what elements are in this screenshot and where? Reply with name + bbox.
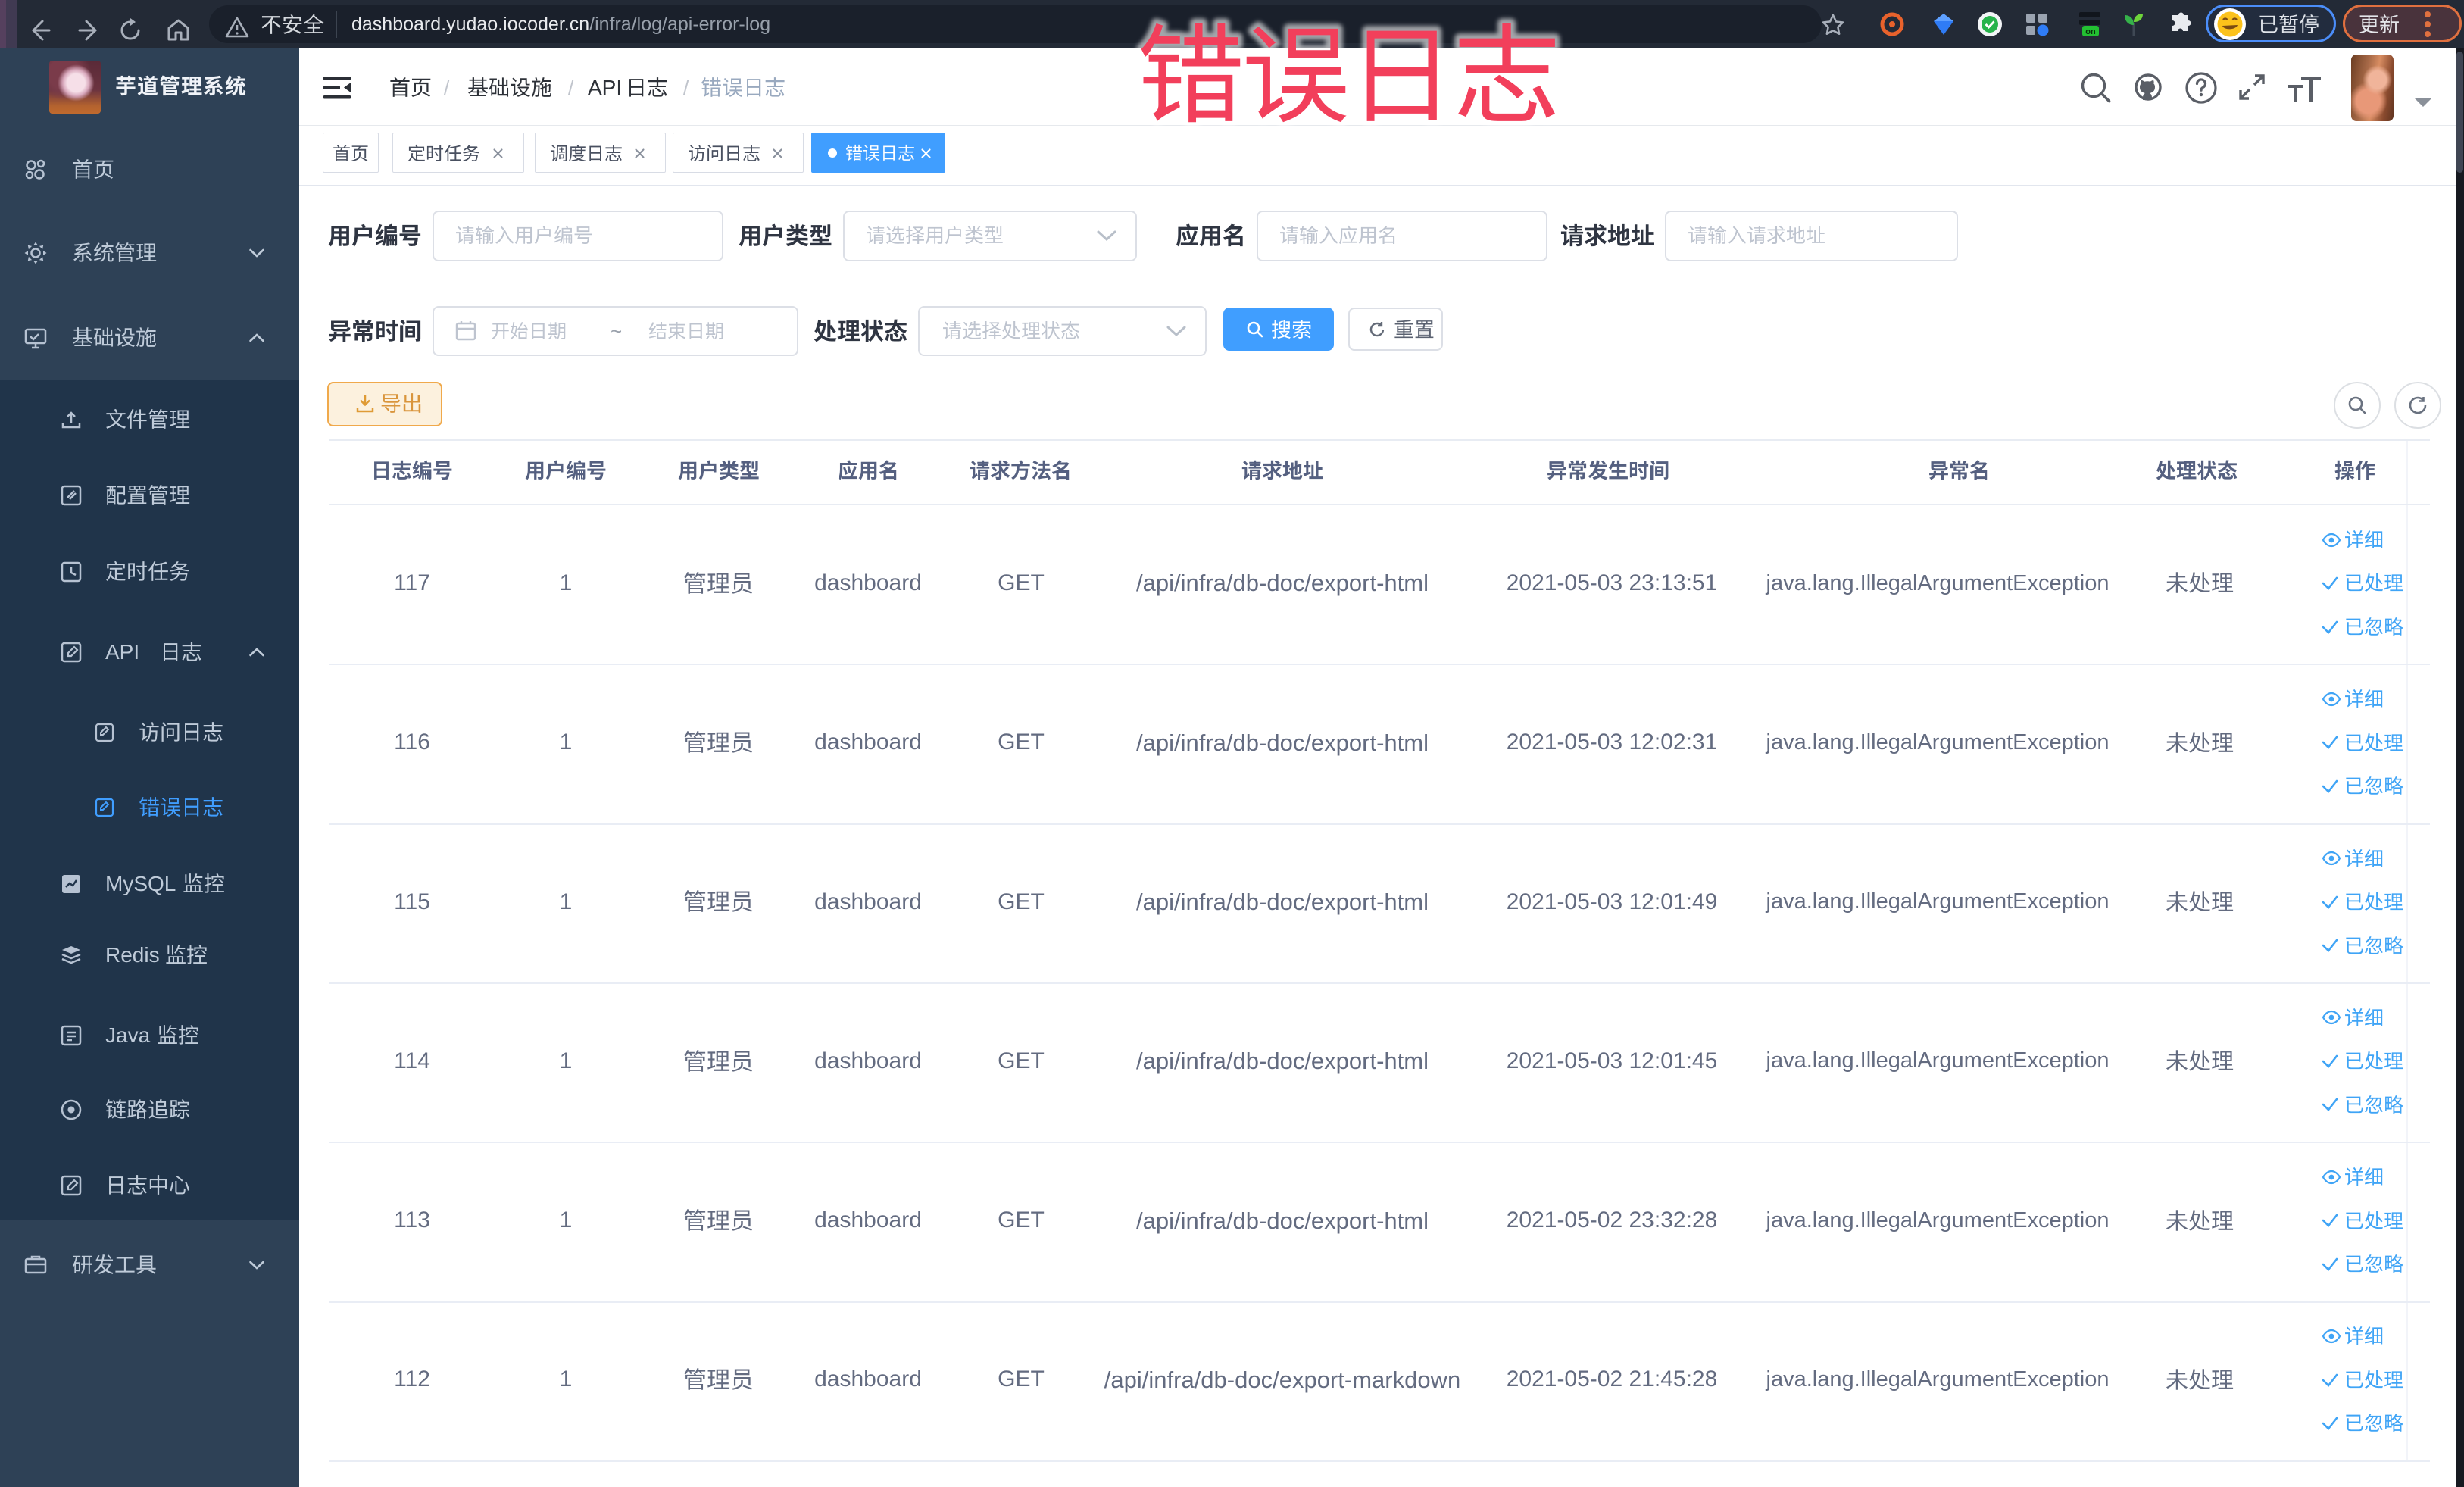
svg-text:on: on: [2085, 27, 2096, 36]
